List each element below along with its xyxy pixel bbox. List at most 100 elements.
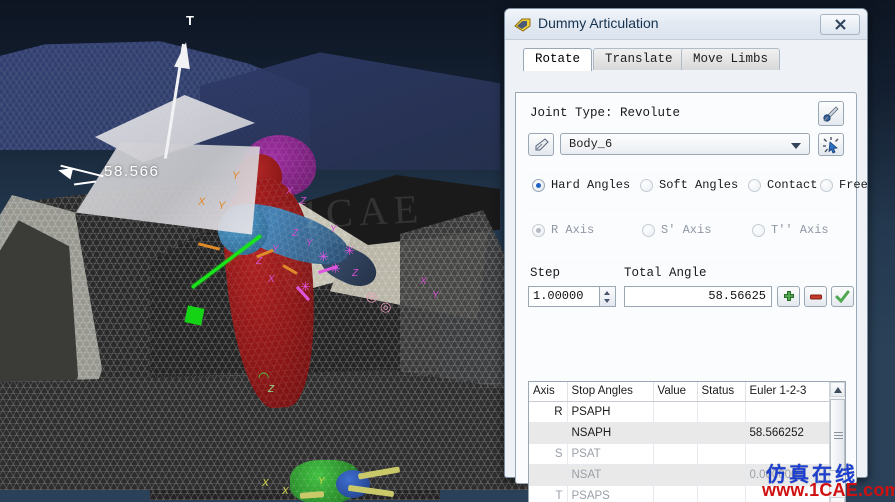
radio-label: Free [839,178,868,192]
table-row[interactable]: R PSAPH [529,401,830,423]
close-icon[interactable] [820,14,860,35]
node-marker: ◎ [380,299,392,314]
node-axis-label: X [268,274,275,285]
body-select-value: Body_6 [569,137,613,151]
screwdriver-icon[interactable] [818,101,844,126]
step-label: Step [530,266,561,280]
tab-strip: Rotate Translate Move Limbs Joint Type: … [515,48,868,502]
plus-icon[interactable] [777,286,800,307]
radio-indicator [532,223,545,237]
body-select-row: Body_6 [528,133,844,161]
dummy-articulation-dialog: Dummy Articulation Rotate Translate Move… [504,8,868,502]
body-select[interactable]: Body_6 [560,133,810,155]
node-axis-label: Z [352,268,359,279]
step-total-controls: 1.00000 58.56625 [528,286,854,310]
node-axis-label: X [286,186,293,197]
quantity-stepper[interactable] [600,286,616,307]
rotation-angle-readout: 58.566 [104,163,160,180]
t-axis-label: T [186,13,194,28]
cell-axis: S [529,443,568,465]
step-total-labels: Step Total Angle [528,266,844,284]
radio-r-axis[interactable]: R Axis [532,223,594,237]
radio-s-axis[interactable]: S' Axis [642,223,711,237]
radio-indicator [752,223,765,237]
cell-value [653,422,698,444]
node-axis-label: Y [330,224,337,235]
cell-value [653,401,698,423]
radio-soft-angles[interactable]: Soft Angles [640,178,738,192]
cell-axis [529,422,568,444]
cell-stop-angles: NSAPH [567,422,654,444]
radio-label: Contact [767,178,818,192]
cell-value [653,443,698,465]
divider [528,169,844,170]
divider [528,257,844,258]
tab-translate[interactable]: Translate [593,48,685,70]
radio-t-axis[interactable]: T'' Axis [752,223,829,237]
total-angle-input[interactable]: 58.56625 [624,286,772,307]
radio-label: Hard Angles [551,178,631,192]
node-marker-green: ◠ [258,369,270,384]
node-axis-label: Z [292,228,299,239]
cell-stop-angles: PSAPH [567,401,654,423]
radio-indicator [820,178,833,192]
table-row[interactable]: NSAPH 58.566252 [529,422,830,444]
cell-status [697,464,746,486]
axis-radio-group: R Axis S' Axis T'' Axis [528,223,844,247]
table-header-row: Axis Stop Angles Value Status Euler 1-2-… [529,382,830,402]
rotate-tab-panel: Joint Type: Revolute Body_6 Hard Angles … [515,92,868,502]
cell-stop-angles: PSAPS [567,485,654,502]
radio-contact[interactable]: Contact [748,178,817,192]
stepper-down-icon[interactable] [604,299,610,303]
dialog-body: Rotate Translate Move Limbs Joint Type: … [505,40,868,502]
radio-label: S' Axis [661,223,712,237]
app-root: 58.566 T ✳ ✳ ✳ ✳ ◎ ◎ X Z Z Y Y Z X Y Z X… [0,0,895,502]
col-stop-angles[interactable]: Stop Angles [567,382,654,402]
cell-value [653,485,698,502]
diamond-tag-icon [514,17,531,32]
cell-axis: R [529,401,568,423]
radio-indicator [532,178,545,192]
radio-indicator [642,223,655,237]
lower-axis-label: Y [318,476,325,487]
drag-vector-handle[interactable] [184,305,205,326]
check-icon[interactable] [831,286,854,307]
cell-value [653,464,698,486]
scroll-up-icon[interactable] [830,382,845,397]
tab-move-limbs[interactable]: Move Limbs [681,48,781,70]
node-axis-label: Y [432,290,439,301]
col-status[interactable]: Status [697,382,746,402]
lower-axis-label: X [282,486,289,497]
radio-indicator [640,178,653,192]
node-axis-label-orange: Y [232,170,240,182]
scrollbar-grip [834,432,843,433]
cell-status [697,422,746,444]
radio-hard-angles[interactable]: Hard Angles [532,178,630,192]
col-axis[interactable]: Axis [529,382,568,402]
col-value[interactable]: Value [653,382,698,402]
cell-euler: 58.566252 [745,422,830,444]
step-input[interactable]: 1.00000 [528,286,600,307]
cell-status [697,443,746,465]
dialog-title: Dummy Articulation [538,15,659,31]
angle-mode-radio-group: Hard Angles Soft Angles Contact Free [528,178,868,202]
stepper-up-icon[interactable] [604,291,610,295]
joint-type-row: Joint Type: Revolute [528,101,844,129]
joint-type-label: Joint Type: Revolute [530,106,681,120]
dialog-titlebar[interactable]: Dummy Articulation [505,9,867,40]
pick-cursor-icon[interactable] [818,133,844,156]
trowel-icon[interactable] [528,133,554,156]
cell-euler [745,401,830,423]
node-axis-label: X [420,276,427,287]
minus-icon[interactable] [804,286,827,307]
tab-rotate[interactable]: Rotate [523,48,593,71]
radio-free[interactable]: Free [820,178,868,192]
node-marker: ✳ [318,249,329,264]
col-euler[interactable]: Euler 1-2-3 [745,382,830,402]
cell-status [697,485,746,502]
node-axis-label-green: Z [268,384,275,395]
cell-axis [529,464,568,486]
cell-stop-angles: PSAT [567,443,654,465]
radio-label: R Axis [551,223,595,237]
radio-label: T'' Axis [771,223,829,237]
